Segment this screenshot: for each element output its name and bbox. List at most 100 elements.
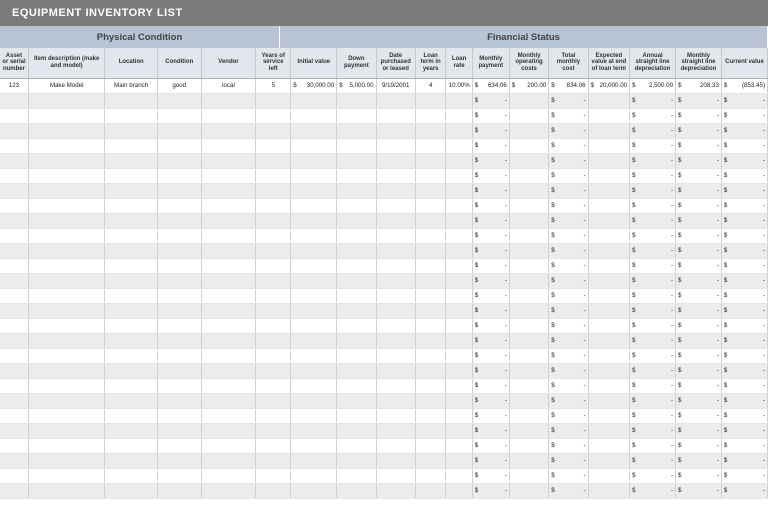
cell-loan-rate[interactable] — [446, 438, 472, 453]
cell-condition[interactable] — [157, 453, 201, 468]
cell-mdep[interactable]: $- — [676, 198, 722, 213]
cell-date[interactable] — [376, 468, 415, 483]
cell-curr[interactable]: $- — [721, 138, 767, 153]
cell-exp[interactable]: $20,000.00 — [588, 78, 630, 93]
cell-years[interactable] — [256, 423, 291, 438]
cell-tmc[interactable]: $- — [549, 348, 588, 363]
cell-date[interactable] — [376, 363, 415, 378]
table-row[interactable]: $-$-$-$-$- — [0, 153, 768, 168]
cell-loan-term[interactable] — [415, 93, 446, 108]
cell-adep[interactable]: $- — [630, 198, 676, 213]
cell-exp[interactable] — [588, 108, 630, 123]
cell-years[interactable] — [256, 318, 291, 333]
cell-curr[interactable]: $- — [721, 288, 767, 303]
cell-years[interactable] — [256, 258, 291, 273]
cell-down[interactable] — [337, 438, 376, 453]
cell-loan-rate[interactable] — [446, 273, 472, 288]
cell-asset[interactable] — [0, 138, 28, 153]
cell-condition[interactable] — [157, 168, 201, 183]
cell-vendor[interactable] — [201, 153, 256, 168]
cell-down[interactable] — [337, 393, 376, 408]
cell-down[interactable] — [337, 258, 376, 273]
cell-loan-rate[interactable]: 10.00% — [446, 78, 472, 93]
cell-date[interactable] — [376, 138, 415, 153]
cell-loan-rate[interactable] — [446, 303, 472, 318]
cell-mpay[interactable]: $- — [472, 348, 509, 363]
table-row[interactable]: $-$-$-$-$- — [0, 93, 768, 108]
cell-date[interactable] — [376, 483, 415, 498]
cell-loan-rate[interactable] — [446, 378, 472, 393]
cell-mop[interactable] — [509, 93, 548, 108]
cell-down[interactable] — [337, 333, 376, 348]
cell-adep[interactable]: $- — [630, 273, 676, 288]
cell-mop[interactable] — [509, 228, 548, 243]
cell-vendor[interactable] — [201, 93, 256, 108]
cell-loan-term[interactable] — [415, 438, 446, 453]
cell-years[interactable] — [256, 183, 291, 198]
cell-mop[interactable] — [509, 408, 548, 423]
cell-location[interactable] — [105, 318, 157, 333]
table-row[interactable]: $-$-$-$-$- — [0, 198, 768, 213]
cell-loan-rate[interactable] — [446, 153, 472, 168]
cell-date[interactable] — [376, 123, 415, 138]
cell-loan-rate[interactable] — [446, 198, 472, 213]
cell-vendor[interactable] — [201, 183, 256, 198]
cell-desc[interactable] — [28, 168, 105, 183]
cell-date[interactable] — [376, 198, 415, 213]
cell-asset[interactable] — [0, 483, 28, 498]
cell-curr[interactable]: $- — [721, 303, 767, 318]
cell-location[interactable] — [105, 288, 157, 303]
cell-date[interactable] — [376, 183, 415, 198]
cell-vendor[interactable] — [201, 168, 256, 183]
cell-curr[interactable]: $- — [721, 318, 767, 333]
cell-vendor[interactable] — [201, 198, 256, 213]
cell-down[interactable] — [337, 243, 376, 258]
cell-tmc[interactable]: $- — [549, 423, 588, 438]
cell-adep[interactable]: $- — [630, 303, 676, 318]
cell-mpay[interactable]: $- — [472, 483, 509, 498]
cell-curr[interactable]: $- — [721, 408, 767, 423]
cell-down[interactable] — [337, 378, 376, 393]
cell-exp[interactable] — [588, 288, 630, 303]
table-row[interactable]: $-$-$-$-$- — [0, 303, 768, 318]
cell-initial[interactable] — [291, 213, 337, 228]
cell-loan-rate[interactable] — [446, 138, 472, 153]
cell-location[interactable] — [105, 198, 157, 213]
cell-condition[interactable] — [157, 183, 201, 198]
cell-loan-rate[interactable] — [446, 108, 472, 123]
cell-mop[interactable] — [509, 108, 548, 123]
cell-loan-rate[interactable] — [446, 348, 472, 363]
cell-adep[interactable]: $- — [630, 258, 676, 273]
cell-down[interactable] — [337, 408, 376, 423]
cell-exp[interactable] — [588, 228, 630, 243]
cell-curr[interactable]: $- — [721, 468, 767, 483]
cell-loan-term[interactable] — [415, 123, 446, 138]
cell-exp[interactable] — [588, 258, 630, 273]
table-row[interactable]: $-$-$-$-$- — [0, 333, 768, 348]
cell-loan-term[interactable] — [415, 213, 446, 228]
cell-mop[interactable] — [509, 138, 548, 153]
cell-down[interactable] — [337, 108, 376, 123]
cell-mop[interactable] — [509, 168, 548, 183]
cell-loan-rate[interactable] — [446, 408, 472, 423]
cell-tmc[interactable]: $- — [549, 333, 588, 348]
cell-location[interactable]: Main branch — [105, 78, 157, 93]
cell-curr[interactable]: $- — [721, 333, 767, 348]
cell-adep[interactable]: $- — [630, 423, 676, 438]
cell-exp[interactable] — [588, 318, 630, 333]
cell-condition[interactable] — [157, 318, 201, 333]
cell-loan-rate[interactable] — [446, 393, 472, 408]
cell-asset[interactable] — [0, 228, 28, 243]
cell-desc[interactable] — [28, 288, 105, 303]
cell-asset[interactable] — [0, 153, 28, 168]
cell-exp[interactable] — [588, 93, 630, 108]
cell-mpay[interactable]: $- — [472, 408, 509, 423]
cell-loan-term[interactable] — [415, 198, 446, 213]
cell-years[interactable] — [256, 93, 291, 108]
cell-tmc[interactable]: $- — [549, 183, 588, 198]
cell-asset[interactable] — [0, 213, 28, 228]
cell-mdep[interactable]: $- — [676, 438, 722, 453]
cell-down[interactable] — [337, 348, 376, 363]
cell-desc[interactable] — [28, 378, 105, 393]
cell-initial[interactable] — [291, 333, 337, 348]
